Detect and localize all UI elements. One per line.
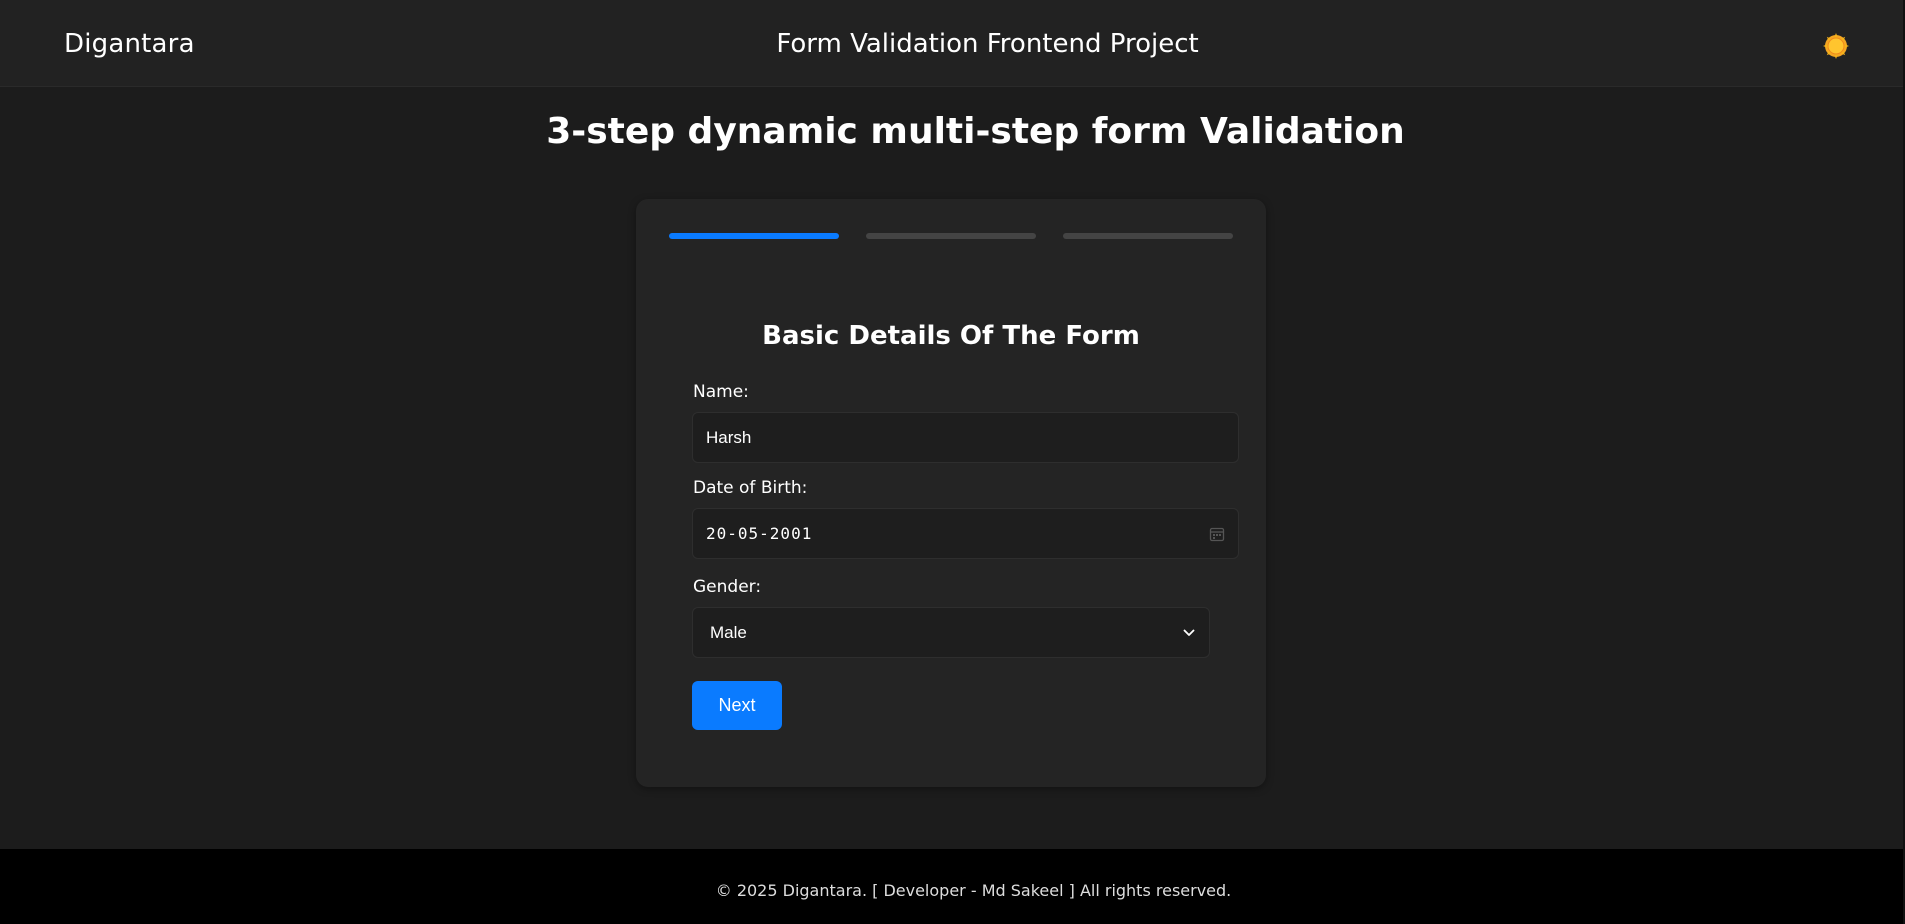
sun-icon xyxy=(1823,33,1849,59)
footer-copyright: © 2025 Digantara. [ Developer - Md Sakee… xyxy=(715,881,1232,900)
header-title: Form Validation Frontend Project xyxy=(776,29,1199,59)
top-navbar: Digantara Form Validation Frontend Proje… xyxy=(0,0,1905,87)
step-progress xyxy=(669,233,1233,239)
name-input-value: Harsh xyxy=(706,427,752,447)
form-title: Basic Details Of The Form xyxy=(762,321,1140,351)
theme-toggle-button[interactable] xyxy=(1822,32,1850,60)
form-card: Basic Details Of The Form Name: Harsh Da… xyxy=(636,199,1266,787)
gender-select-value: Male xyxy=(710,622,747,642)
calendar-icon[interactable] xyxy=(1209,526,1225,542)
footer: © 2025 Digantara. [ Developer - Md Sakee… xyxy=(0,849,1905,924)
gender-label: Gender: xyxy=(693,577,762,597)
step-indicator-2 xyxy=(866,233,1036,239)
dob-label: Date of Birth: xyxy=(693,478,808,498)
step-indicator-1 xyxy=(669,233,839,239)
name-label: Name: xyxy=(693,382,749,402)
page-heading: 3-step dynamic multi-step form Validatio… xyxy=(546,111,1405,152)
name-input[interactable]: Harsh xyxy=(692,412,1239,463)
next-button[interactable]: Next xyxy=(692,681,782,730)
dob-input[interactable]: 20-05-2001 xyxy=(692,508,1239,559)
chevron-down-icon xyxy=(1183,629,1195,637)
dob-input-value: 20-05-2001 xyxy=(706,524,813,543)
step-indicator-3 xyxy=(1063,233,1233,239)
gender-select[interactable]: Male xyxy=(692,607,1210,658)
page: Digantara Form Validation Frontend Proje… xyxy=(0,0,1905,924)
